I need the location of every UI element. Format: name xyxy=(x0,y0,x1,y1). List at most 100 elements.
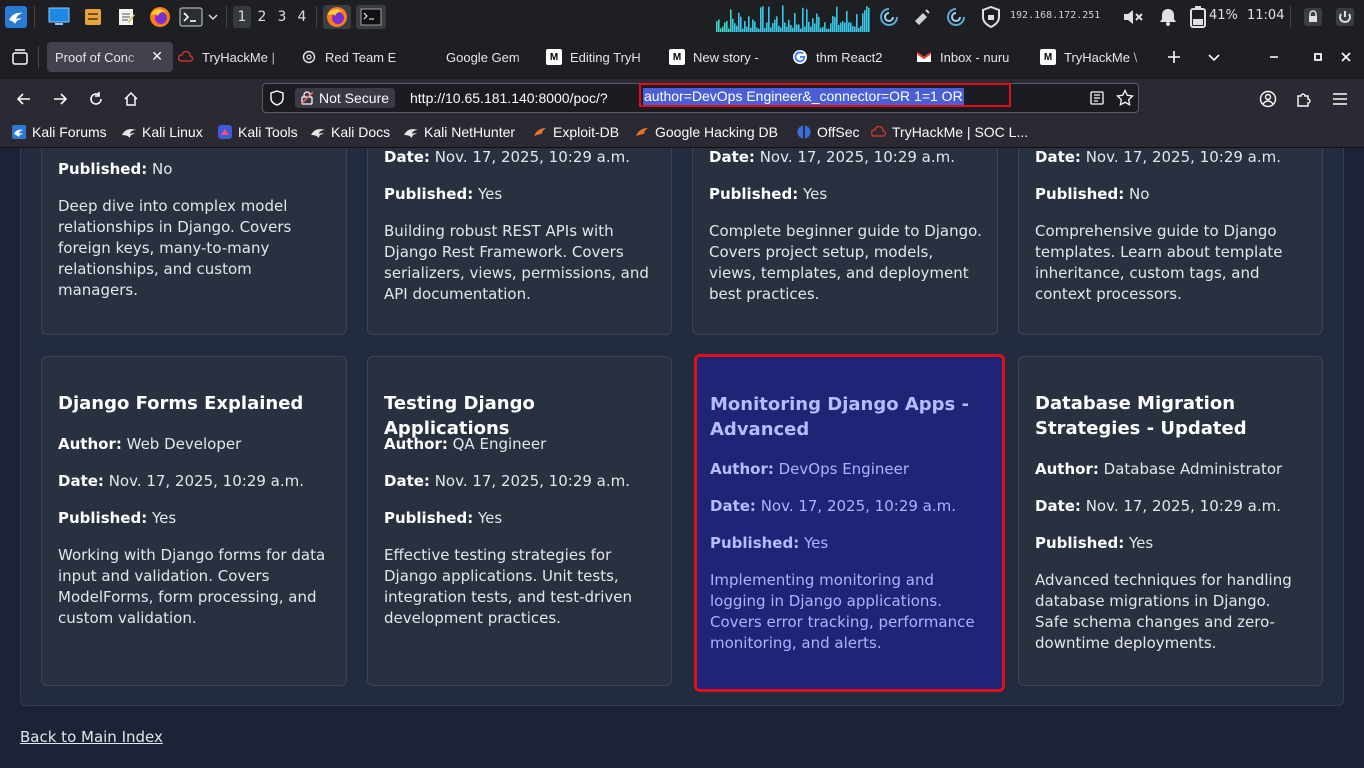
tab-close-icon[interactable]: ✕ xyxy=(151,48,163,65)
minimize-icon[interactable] xyxy=(1262,45,1286,69)
post-author: Author: Database Administrator xyxy=(1035,460,1283,478)
tab-tryhackme[interactable]: TryHackMe | xyxy=(178,42,286,72)
bookmark-star-icon[interactable] xyxy=(1116,88,1134,111)
tab-google-gemini[interactable]: Google Gem xyxy=(422,42,532,72)
battery-charging-icon[interactable] xyxy=(1186,5,1210,29)
network-graph-bar xyxy=(728,28,730,32)
bookmark-google-hacking-db[interactable]: Google Hacking DB xyxy=(634,124,778,140)
tracking-protection-shield-icon[interactable] xyxy=(270,90,284,110)
clock[interactable]: 11:04 xyxy=(1247,8,1284,23)
hamburger-menu-icon[interactable] xyxy=(1328,87,1352,111)
tab-inbox[interactable]: Inbox - nuru xyxy=(916,42,1026,72)
network-graph-bar xyxy=(822,26,824,32)
network-graph-bar xyxy=(860,26,862,32)
bookmark-label: Kali Tools xyxy=(238,124,298,140)
tab-list-chevron-down-icon[interactable] xyxy=(1202,45,1226,69)
tab-editing-tryhackme[interactable]: M Editing TryH xyxy=(546,42,656,72)
bookmarks-toolbar: Kali Forums Kali Linux Kali Tools Kali D… xyxy=(0,119,1364,148)
maximize-icon[interactable] xyxy=(1306,45,1330,69)
network-graph-bar xyxy=(744,21,746,32)
extensions-puzzle-icon[interactable] xyxy=(1292,87,1316,111)
post-published: Published: Yes xyxy=(58,509,177,527)
network-graph-bar xyxy=(832,16,834,32)
bookmark-label: OffSec xyxy=(817,124,860,140)
not-secure-badge[interactable]: Not Secure xyxy=(295,88,396,108)
new-tab-plus-icon[interactable] xyxy=(1162,45,1186,69)
tab-new-story[interactable]: M New story - xyxy=(669,42,779,72)
openai-icon xyxy=(301,49,317,65)
workspace-3[interactable]: 3 xyxy=(273,6,291,28)
bookmark-tryhackme-soc[interactable]: TryHackMe | SOC L... xyxy=(871,124,1028,140)
tab-overview-icon[interactable] xyxy=(8,45,32,69)
workspace-2[interactable]: 2 xyxy=(253,6,271,28)
tab-thm-react2[interactable]: thm React2 xyxy=(792,42,902,72)
bookmark-kali-linux[interactable]: Kali Linux xyxy=(121,124,203,140)
vpn-shield-icon[interactable] xyxy=(979,5,1003,29)
back-arrow-icon[interactable] xyxy=(12,87,36,111)
network-activity-icon[interactable] xyxy=(877,5,901,29)
network-graph-bar xyxy=(748,16,750,32)
close-window-icon[interactable] xyxy=(1334,45,1358,69)
kali-menu-icon[interactable] xyxy=(4,5,28,29)
bookmark-label: TryHackMe | SOC L... xyxy=(892,124,1029,140)
desktop-icon[interactable] xyxy=(47,5,71,29)
post-card: Database Migration Strategies - Updated … xyxy=(1018,356,1323,686)
network-graph-bar xyxy=(754,21,756,32)
network-graph-bar xyxy=(722,26,724,32)
post-card: Django Forms Explained Author: Web Devel… xyxy=(41,356,347,686)
url-bar[interactable]: Not Secure http://10.65.181.140:8000/poc… xyxy=(262,83,1139,113)
bookmark-exploit-db[interactable]: Exploit-DB xyxy=(532,124,619,140)
bookmark-offsec[interactable]: OffSec xyxy=(796,124,860,140)
bookmark-kali-forums[interactable]: Kali Forums xyxy=(11,124,107,140)
network-graph-bar xyxy=(852,26,854,32)
terminal-window-icon[interactable] xyxy=(356,5,386,29)
account-icon[interactable] xyxy=(1256,87,1280,111)
network-graph-bar xyxy=(854,26,856,32)
post-date: Date: Nov. 17, 2025, 10:29 a.m. xyxy=(1035,148,1282,166)
network-graph-bar xyxy=(808,21,810,32)
network-graph-bar xyxy=(774,19,776,32)
terminal-icon[interactable] xyxy=(179,5,203,29)
network-graph-bar xyxy=(782,5,784,32)
network-graph-bar xyxy=(762,6,764,32)
back-to-main-index-link[interactable]: Back to Main Index xyxy=(20,728,163,746)
network-graph-bar xyxy=(752,19,754,32)
post-title: Monitoring Django Apps - Advanced xyxy=(710,394,969,440)
network-graph-bar xyxy=(802,7,804,32)
bookmark-kali-nethunter[interactable]: Kali NetHunter xyxy=(403,124,515,140)
forward-arrow-icon[interactable] xyxy=(48,87,72,111)
network-graph-bar xyxy=(846,10,848,32)
bookmark-kali-tools[interactable]: Kali Tools xyxy=(217,124,298,140)
network-graph-bar xyxy=(830,23,832,32)
network-graph-bar xyxy=(794,13,796,32)
network-activity-icon-2[interactable] xyxy=(944,5,968,29)
post-description: Advanced techniques for handling databas… xyxy=(1035,571,1292,652)
volume-muted-icon[interactable] xyxy=(1121,5,1145,29)
power-icon[interactable] xyxy=(1333,5,1357,29)
bookmark-kali-docs[interactable]: Kali Docs xyxy=(310,124,390,140)
notification-bell-icon[interactable] xyxy=(1156,5,1180,29)
tab-proof-of-concept[interactable]: Proof of Conc ✕ xyxy=(47,42,173,72)
url-prefix: http://10.65.181.140:8000/poc/? xyxy=(410,90,608,106)
lock-screen-icon[interactable] xyxy=(1301,5,1325,29)
file-manager-icon[interactable] xyxy=(81,5,105,29)
firefox-icon[interactable] xyxy=(148,5,172,29)
google-icon xyxy=(792,49,808,65)
tab-bar: Proof of Conc ✕ TryHackMe | Red Team E G… xyxy=(0,34,1364,79)
tab-tryhackme-2[interactable]: M TryHackMe \ xyxy=(1040,42,1150,72)
reload-icon[interactable] xyxy=(84,87,108,111)
text-editor-icon[interactable] xyxy=(114,5,138,29)
workspace-4[interactable]: 4 xyxy=(293,6,311,28)
workspace-1[interactable]: 1 xyxy=(233,6,251,28)
network-graph-bar xyxy=(820,28,822,32)
network-graph-bar xyxy=(770,27,772,32)
home-icon[interactable] xyxy=(119,87,143,111)
post-date: Date: Nov. 17, 2025, 10:29 a.m. xyxy=(1035,497,1282,515)
post-published: Published: No xyxy=(1035,185,1150,203)
firefox-window-icon[interactable] xyxy=(323,5,351,29)
network-graph-bar xyxy=(806,9,808,32)
satellite-icon[interactable] xyxy=(910,5,934,29)
reader-view-icon[interactable] xyxy=(1089,90,1105,110)
tab-red-team[interactable]: Red Team E xyxy=(301,42,409,72)
chevron-down-icon[interactable] xyxy=(205,5,221,29)
